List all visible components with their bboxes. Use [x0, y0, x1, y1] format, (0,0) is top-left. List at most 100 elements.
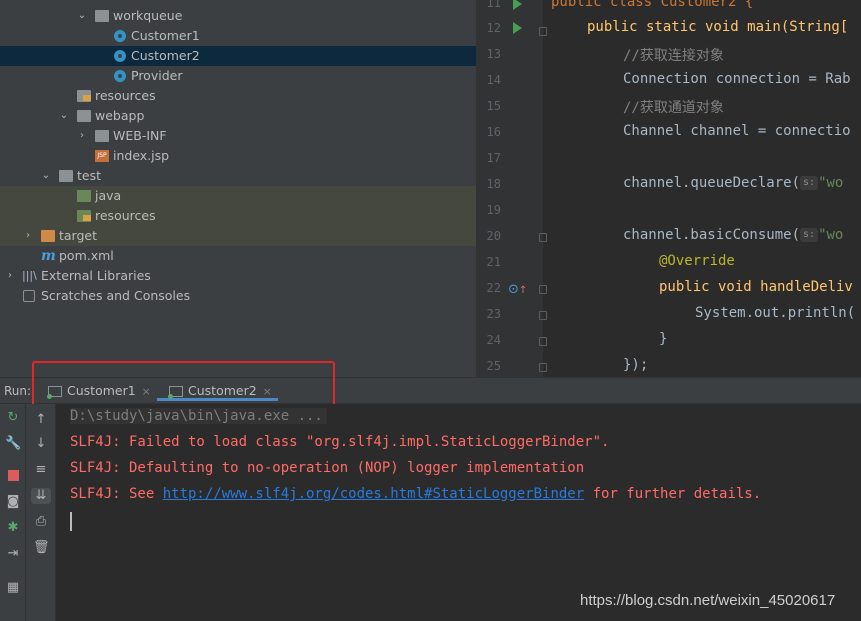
line-number: 16 [486, 125, 501, 139]
tree-item-label: workqueue [113, 8, 183, 23]
run-gutter-icon[interactable] [513, 0, 522, 10]
code-comment: //获取通道对象 [623, 100, 724, 116]
java-class-icon [114, 30, 126, 42]
tree-item-label: Scratches and Consoles [41, 288, 191, 303]
layout-icon[interactable]: ▦ [5, 580, 21, 596]
fold-icon[interactable] [539, 285, 547, 294]
chevron-right-icon[interactable]: › [77, 126, 87, 146]
exit-icon[interactable]: ⇥ [5, 546, 21, 562]
fold-icon[interactable] [539, 363, 547, 372]
tree-item-resources[interactable]: resources [0, 86, 476, 106]
arrow-down-icon[interactable]: ↓ [33, 436, 49, 452]
console-command-line: D:\study\java\bin\java.exe ... [70, 408, 327, 424]
camera-icon[interactable]: ◙ [5, 494, 21, 510]
folder-icon [95, 130, 109, 142]
main-method-signature: public static void main(String[ [587, 19, 849, 35]
line-number: 19 [486, 203, 501, 217]
code-line: public static void main(String[ [587, 19, 848, 35]
fold-icon[interactable] [539, 233, 547, 242]
line-number: 20 [486, 229, 501, 243]
tree-item-index-jsp[interactable]: JSP index.jsp [0, 146, 476, 166]
parameter-hint: s: [800, 228, 819, 242]
tree-item-provider[interactable]: Provider [0, 66, 476, 86]
wrench-icon[interactable]: 🔧 [5, 436, 21, 452]
code-line: }); [623, 357, 649, 373]
stop-icon[interactable] [5, 468, 21, 484]
tree-item-target[interactable]: › target [0, 226, 476, 246]
run-label: Run: [4, 384, 32, 398]
tree-item-label: Provider [131, 68, 183, 83]
code-line: public class Customer2 { [551, 0, 754, 10]
code-line: Connection connection = Rab [623, 71, 851, 87]
test-resources-folder-icon [77, 210, 91, 222]
java-class-icon [114, 50, 126, 62]
line-number: 11 [486, 0, 501, 10]
chevron-down-icon[interactable]: ⌄ [77, 6, 87, 26]
fold-icon[interactable] [539, 337, 547, 346]
java-class-icon [114, 70, 126, 82]
line-number: 15 [486, 99, 501, 113]
tree-item-scratches[interactable]: Scratches and Consoles [0, 286, 476, 306]
folder-icon [77, 110, 91, 122]
resources-folder-icon [77, 90, 91, 102]
arrow-up-icon[interactable]: ↑ [33, 412, 49, 428]
code-comment: //获取连接对象 [623, 48, 724, 64]
tree-item-label: index.jsp [113, 148, 170, 163]
tree-item-label: target [59, 228, 98, 243]
code-line: channel.basicConsume(s: "wo [623, 227, 843, 243]
scroll-to-end-icon[interactable]: ⇊ [31, 488, 51, 504]
chevron-down-icon[interactable]: ⌄ [41, 166, 51, 186]
tree-item-label: WEB-INF [113, 128, 167, 143]
line-number: 23 [486, 307, 501, 321]
tree-item-customer2[interactable]: Customer2 [0, 46, 476, 66]
console-line: SLF4J: Defaulting to no-operation (NOP) … [70, 460, 585, 476]
line-number: 17 [486, 151, 501, 165]
chevron-right-icon[interactable]: › [23, 226, 33, 246]
tree-item-test-resources[interactable]: resources [0, 206, 476, 226]
tree-item-test[interactable]: ⌄ test [0, 166, 476, 186]
tree-item-workqueue[interactable]: ⌄ workqueue [0, 6, 476, 26]
fold-icon[interactable] [539, 27, 547, 36]
code-line: channel.queueDeclare(s: "wo [623, 175, 843, 191]
folder-icon [59, 170, 73, 182]
tree-item-webapp[interactable]: ⌄ webapp [0, 106, 476, 126]
run-toolbar-primary: ↻ 🔧 ◙ ✱ ⇥ ▦ [0, 404, 26, 621]
console-output[interactable]: D:\study\java\bin\java.exe ... SLF4J: Fa… [56, 404, 861, 621]
chevron-down-icon[interactable]: ⌄ [59, 106, 69, 126]
tree-item-external-libraries[interactable]: › |||\ External Libraries [0, 266, 476, 286]
console-line: SLF4J: See http://www.slf4j.org/codes.ht… [70, 486, 761, 502]
libraries-icon: |||\ [22, 269, 37, 282]
line-number: 12 [486, 21, 501, 35]
code-line: System.out.println( [695, 305, 856, 321]
override-gutter-icon[interactable]: ⊙↑ [508, 282, 527, 297]
console-line: SLF4J: Failed to load class "org.slf4j.i… [70, 434, 610, 450]
code-editor[interactable]: 11 12 13 14 15 16 17 18 19 20 21 22 23 2… [476, 0, 861, 377]
run-toolbar-secondary: ↑ ↓ ≡ ⇊ ⎙ 🗑 [26, 404, 56, 621]
code-line: } [659, 331, 668, 347]
chevron-right-icon[interactable]: › [5, 266, 15, 286]
debug-icon[interactable]: ✱ [5, 520, 21, 536]
tree-item-label: test [77, 168, 102, 183]
tree-item-web-inf[interactable]: › WEB-INF [0, 126, 476, 146]
rerun-icon[interactable]: ↻ [5, 410, 21, 426]
console-text: for further details. [584, 486, 762, 502]
console-link[interactable]: http://www.slf4j.org/codes.html#StaticLo… [163, 486, 584, 502]
code-line: public void handleDeliv [659, 279, 853, 295]
tree-item-label: resources [95, 208, 156, 223]
soft-wrap-icon[interactable]: ≡ [33, 462, 49, 478]
project-tree-panel: ⌄ workqueue Customer1 Customer2 Provider… [0, 0, 476, 377]
text-caret [70, 512, 72, 531]
code-string: "wo [818, 175, 844, 191]
run-gutter-icon[interactable] [513, 22, 522, 34]
print-icon[interactable]: ⎙ [33, 514, 49, 530]
tree-item-test-java[interactable]: java [0, 186, 476, 206]
parameter-hint: s: [800, 176, 819, 190]
code-annotation: @Override [659, 253, 735, 269]
jsp-file-icon: JSP [95, 150, 109, 162]
tree-item-customer1[interactable]: Customer1 [0, 26, 476, 46]
code-string: "wo [818, 227, 844, 243]
trash-icon[interactable]: 🗑 [33, 540, 50, 556]
line-number: 21 [486, 255, 501, 269]
fold-icon[interactable] [539, 311, 547, 320]
tree-item-pom[interactable]: m pom.xml [0, 246, 476, 266]
